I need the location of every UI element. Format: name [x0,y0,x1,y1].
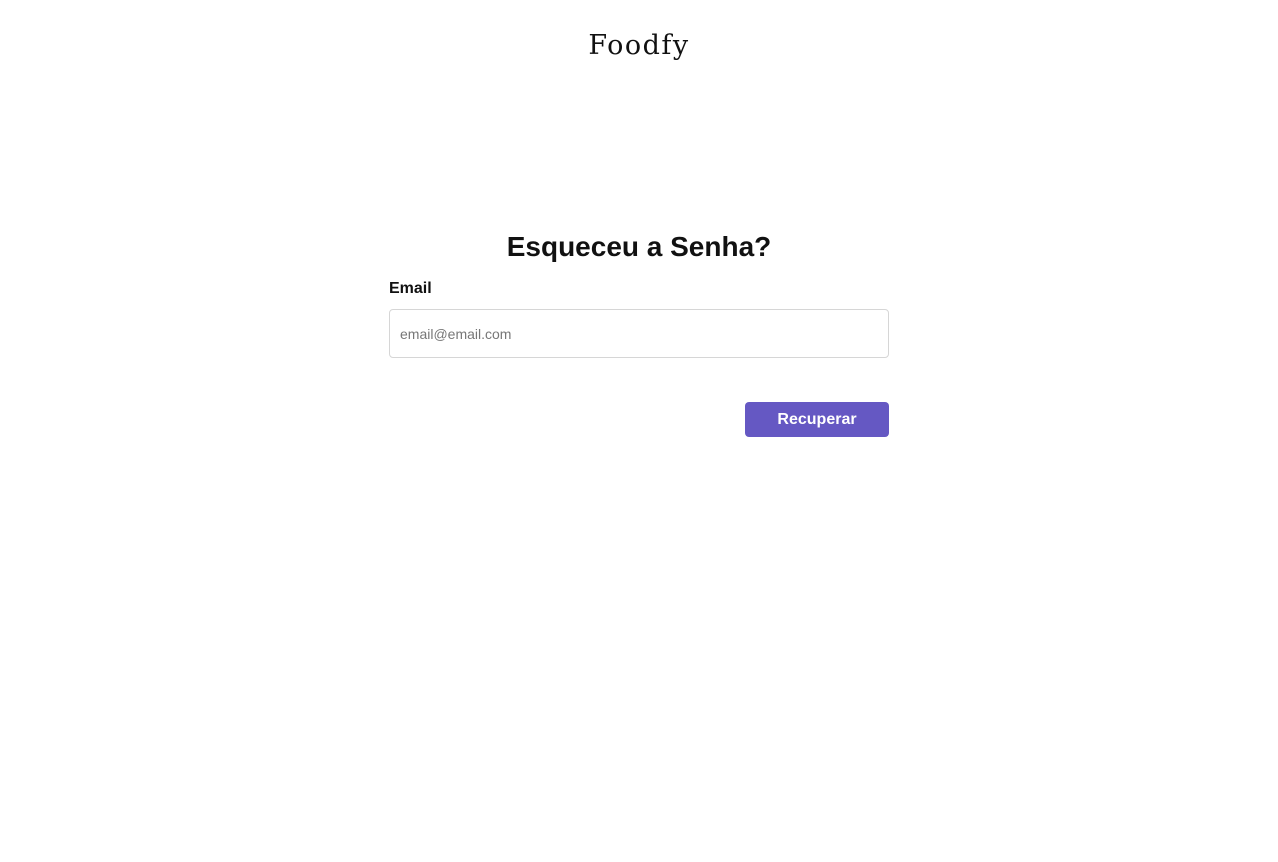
email-label: Email [389,280,432,297]
foodfy-logo[interactable]: Foodfy [0,28,1278,64]
form-actions: Recuperar [389,402,889,437]
email-input[interactable] [389,309,889,358]
forgot-password-form: Email Recuperar [389,278,889,437]
page-title: Esqueceu a Senha? [506,230,772,262]
recover-button[interactable]: Recuperar [745,402,889,437]
